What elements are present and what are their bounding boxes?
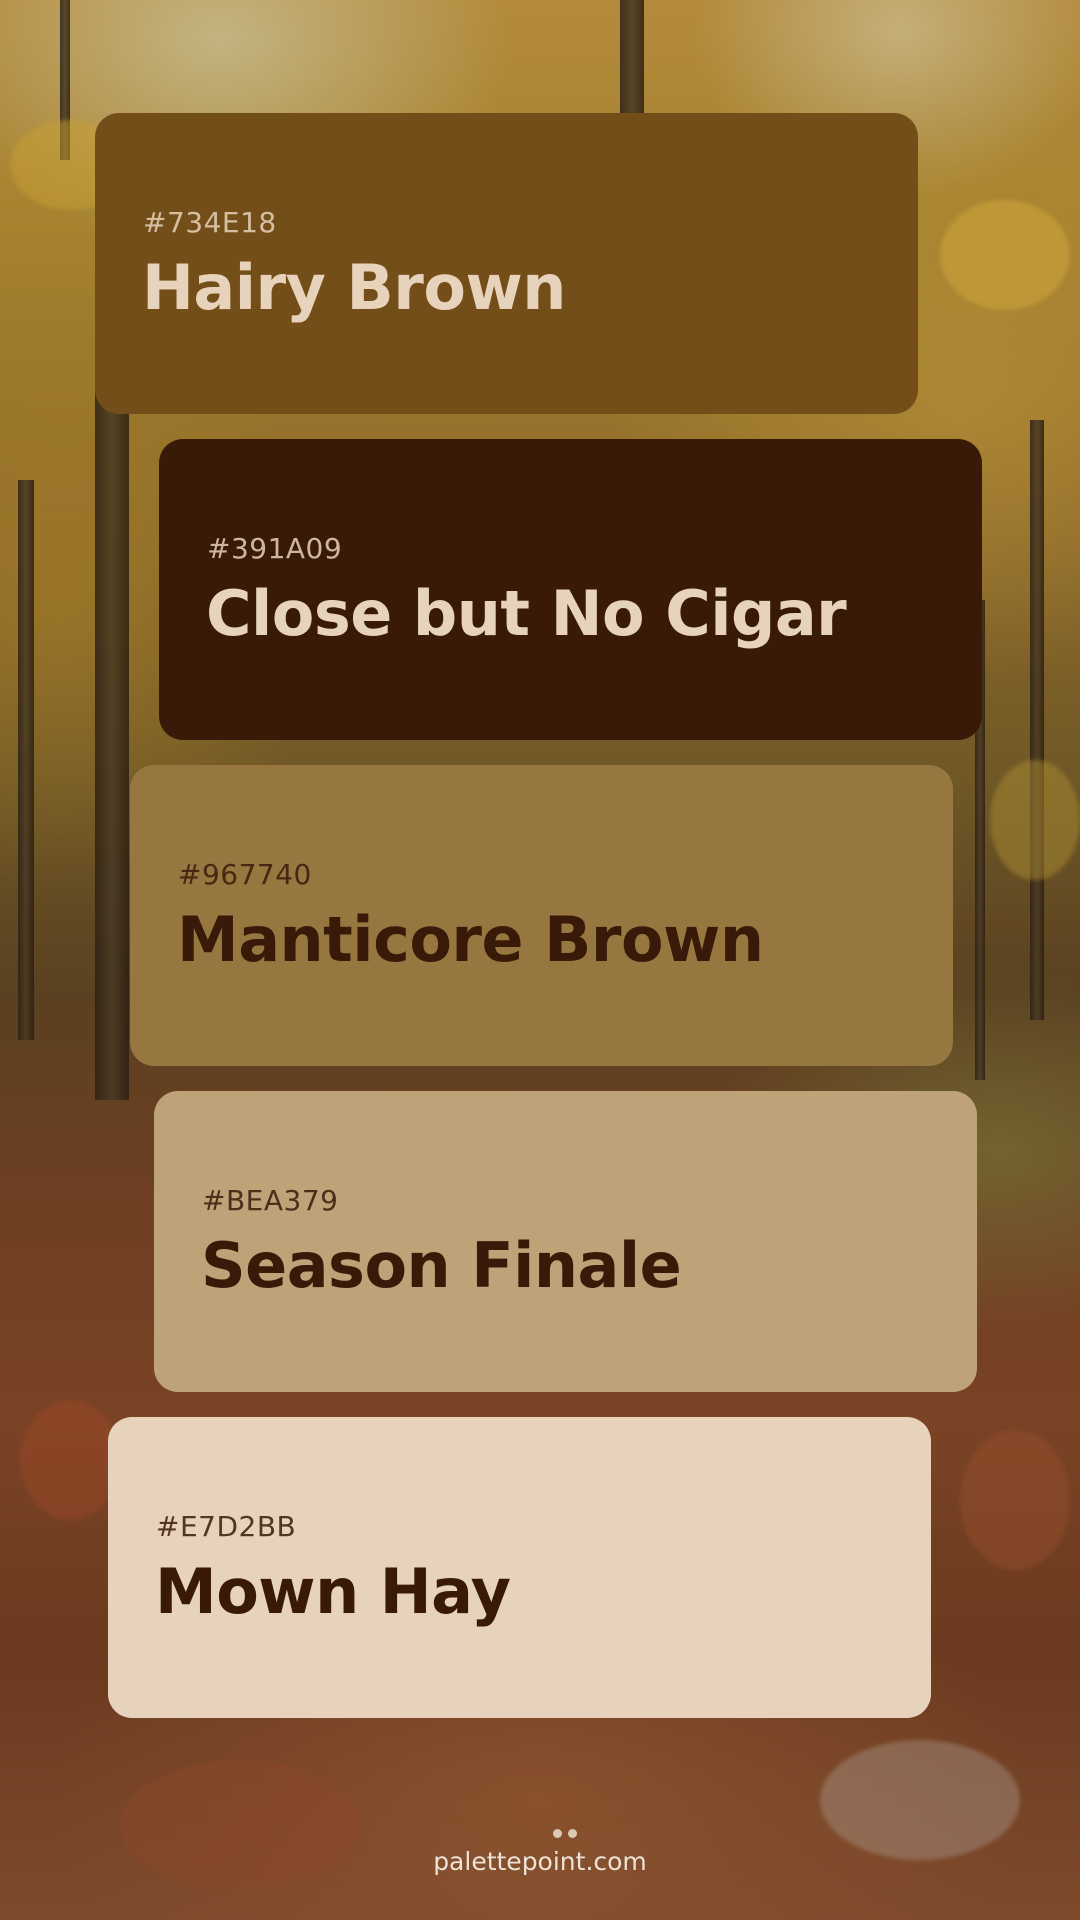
- color-name: Hairy Brown: [142, 251, 566, 324]
- color-card-3[interactable]: #967740 Manticore Brown: [130, 765, 953, 1066]
- page-dot: [568, 1829, 577, 1838]
- foliage-spot: [20, 1400, 120, 1520]
- color-hex-code: #967740: [178, 858, 312, 891]
- color-card-4[interactable]: #BEA379 Season Finale: [154, 1091, 977, 1392]
- tree-trunk: [1030, 420, 1044, 1020]
- site-watermark: palettepoint.com: [433, 1847, 647, 1876]
- color-card-1[interactable]: #734E18 Hairy Brown: [95, 113, 918, 414]
- color-hex-code: #734E18: [143, 206, 277, 239]
- foliage-spot: [990, 760, 1080, 880]
- foliage-spot: [940, 200, 1070, 310]
- color-name: Close but No Cigar: [206, 577, 847, 650]
- color-name: Manticore Brown: [177, 903, 764, 976]
- color-card-5[interactable]: #E7D2BB Mown Hay: [108, 1417, 931, 1718]
- tree-trunk: [95, 380, 129, 1100]
- color-hex-code: #E7D2BB: [156, 1510, 297, 1543]
- tree-trunk: [620, 0, 644, 120]
- color-name: Season Finale: [201, 1229, 682, 1302]
- foliage-spot: [960, 1430, 1070, 1570]
- color-card-2[interactable]: #391A09 Close but No Cigar: [159, 439, 982, 740]
- color-hex-code: #BEA379: [202, 1184, 339, 1217]
- tree-trunk: [18, 480, 34, 1040]
- color-hex-code: #391A09: [207, 532, 343, 565]
- page-indicator-dots: [553, 1829, 577, 1838]
- foliage-spot: [820, 1740, 1020, 1860]
- color-name: Mown Hay: [155, 1555, 511, 1628]
- page-dot: [553, 1829, 562, 1838]
